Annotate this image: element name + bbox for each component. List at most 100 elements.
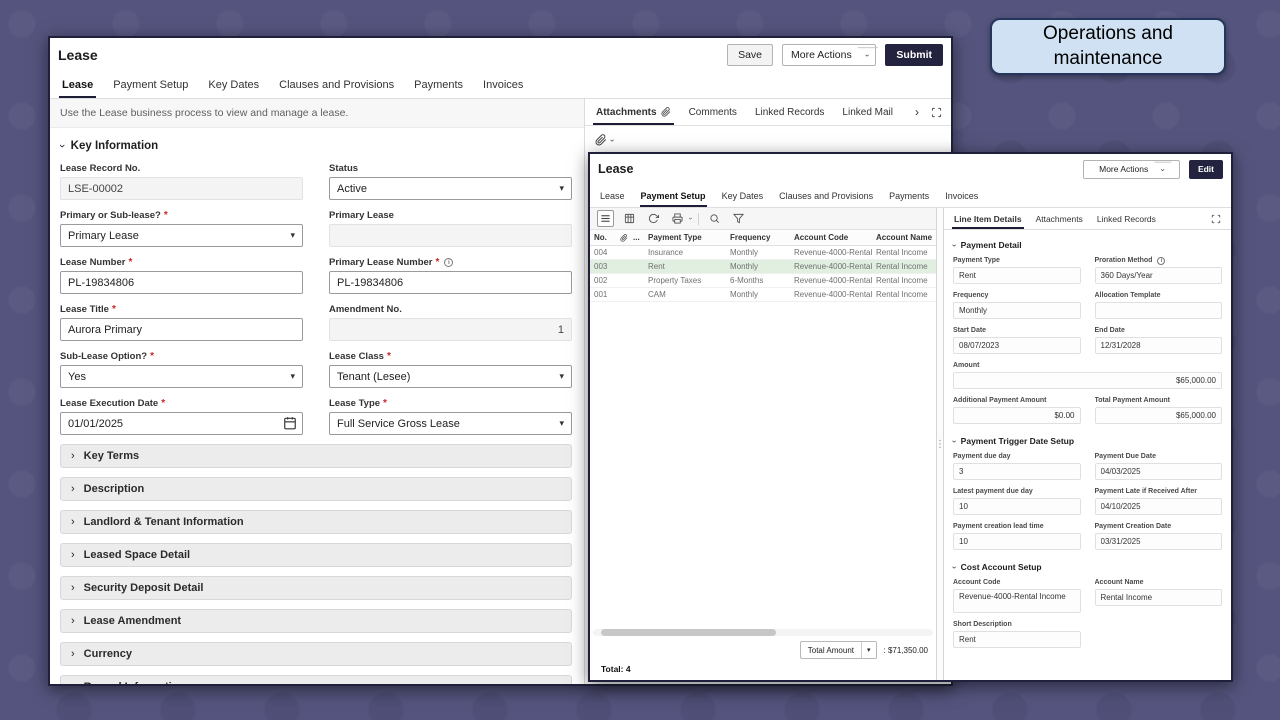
lease-type-select[interactable]: Full Service Gross Lease ▾ xyxy=(329,412,572,435)
scrollbar-thumb[interactable] xyxy=(601,629,776,636)
tab-clauses-and-provisions[interactable]: Clauses and Provisions xyxy=(269,72,404,98)
more-actions-button[interactable]: More Actions › xyxy=(1083,160,1180,179)
tab-payment-setup[interactable]: Payment Setup xyxy=(103,72,198,98)
detail-tab-linked-records[interactable]: Linked Records xyxy=(1090,208,1163,229)
section-description[interactable]: › Description xyxy=(60,477,572,501)
expand-icon[interactable] xyxy=(924,99,949,125)
table-row-selected[interactable]: 003 Rent Monthly Revenue-4000-Rental I..… xyxy=(590,260,936,274)
print-icon[interactable] xyxy=(669,210,686,227)
lease-form-pane: Use the Lease business process to view a… xyxy=(50,99,585,684)
expand-icon[interactable] xyxy=(1204,208,1228,229)
payment-due-day-input[interactable] xyxy=(953,463,1081,480)
end-date-input[interactable] xyxy=(1095,337,1223,354)
side-tab-linked-mail[interactable]: Linked Mail xyxy=(833,99,902,125)
summary-metric-select[interactable]: Total Amount ▾ xyxy=(800,641,877,659)
col-row-menu[interactable]: ... xyxy=(629,230,644,246)
tab-key-dates[interactable]: Key Dates xyxy=(198,72,269,98)
save-button[interactable]: Save xyxy=(727,44,773,66)
status-select[interactable]: Active ▾ xyxy=(329,177,572,200)
more-actions-button[interactable]: More Actions › xyxy=(782,44,876,66)
side-tab-linked-records[interactable]: Linked Records xyxy=(746,99,833,125)
primary-lease-number-input[interactable] xyxy=(329,271,572,294)
col-account-name[interactable]: Account Name xyxy=(872,230,936,246)
side-tab-audit[interactable]: Audit xyxy=(902,99,910,125)
tab-payments[interactable]: Payments xyxy=(404,72,473,98)
label-text: Proration Method xyxy=(1095,257,1153,264)
side-tab-comments[interactable]: Comments xyxy=(680,99,746,125)
section-lease-amendment[interactable]: › Lease Amendment xyxy=(60,609,572,633)
table-row[interactable]: 001 CAM Monthly Revenue-4000-Rental I...… xyxy=(590,288,936,302)
chevron-down-icon[interactable]: › xyxy=(1155,161,1172,177)
col-account-code[interactable]: Account Code xyxy=(790,230,872,246)
submit-button[interactable]: Submit xyxy=(885,44,943,66)
section-key-terms[interactable]: › Key Terms xyxy=(60,444,572,468)
total-payment-amount-input[interactable] xyxy=(1095,407,1223,424)
detail-tab-line-item-details[interactable]: Line Item Details xyxy=(947,208,1029,229)
payment-due-date-input[interactable] xyxy=(1095,463,1223,480)
payment-late-after-input[interactable] xyxy=(1095,498,1223,515)
start-date-input[interactable] xyxy=(953,337,1081,354)
field-total-payment-amount: Total Payment Amount xyxy=(1095,396,1223,424)
payment-type-input[interactable] xyxy=(953,267,1081,284)
section-landlord-tenant[interactable]: › Landlord & Tenant Information xyxy=(60,510,572,534)
account-code-value[interactable]: Revenue-4000-Rental Income xyxy=(953,589,1081,613)
calendar-icon[interactable] xyxy=(283,416,297,430)
section-leased-space-detail[interactable]: › Leased Space Detail xyxy=(60,543,572,567)
filter-icon[interactable] xyxy=(730,210,747,227)
key-information-section-header[interactable]: › Key Information xyxy=(60,140,572,152)
lease-class-select[interactable]: Tenant (Lesee) ▾ xyxy=(329,365,572,388)
tab-lease[interactable]: Lease xyxy=(592,184,633,207)
tab-payments[interactable]: Payments xyxy=(881,184,937,207)
latest-payment-due-day-input[interactable] xyxy=(953,498,1081,515)
tabs-overflow-chevron-icon[interactable]: › xyxy=(910,99,924,125)
frequency-input[interactable] xyxy=(953,302,1081,319)
chevron-down-icon[interactable]: › xyxy=(687,217,694,219)
selected-value: Active xyxy=(337,183,367,195)
detail-scroll-area: › Payment Detail Payment Type Proration … xyxy=(944,230,1231,680)
tab-clauses-and-provisions[interactable]: Clauses and Provisions xyxy=(771,184,881,207)
col-payment-type[interactable]: Payment Type xyxy=(644,230,726,246)
allocation-template-input[interactable] xyxy=(1095,302,1223,319)
tab-payment-setup[interactable]: Payment Setup xyxy=(633,184,714,207)
detail-tab-attachments[interactable]: Attachments xyxy=(1029,208,1090,229)
short-description-input[interactable] xyxy=(953,631,1081,648)
chevron-down-icon[interactable]: › xyxy=(858,47,878,63)
payment-creation-date-input[interactable] xyxy=(1095,533,1223,550)
info-icon[interactable]: i xyxy=(444,258,453,267)
tab-lease[interactable]: Lease xyxy=(52,72,103,98)
section-record-information[interactable]: › Record Information xyxy=(60,675,572,684)
edit-button[interactable]: Edit xyxy=(1189,160,1223,179)
payment-detail-section-header[interactable]: › Payment Detail xyxy=(953,240,1222,250)
table-view-icon[interactable] xyxy=(621,210,638,227)
payment-creation-lead-time-input[interactable] xyxy=(953,533,1081,550)
lease-number-input[interactable] xyxy=(60,271,303,294)
tab-invoices[interactable]: Invoices xyxy=(473,72,533,98)
info-icon[interactable]: i xyxy=(1157,257,1165,265)
col-frequency[interactable]: Frequency xyxy=(726,230,790,246)
amount-input[interactable] xyxy=(953,372,1222,389)
attach-file-button[interactable]: › xyxy=(595,134,614,146)
section-currency[interactable]: › Currency xyxy=(60,642,572,666)
side-tab-attachments[interactable]: Attachments xyxy=(587,99,680,125)
search-icon[interactable] xyxy=(706,210,723,227)
table-row[interactable]: 002 Property Taxes 6-Months Revenue-4000… xyxy=(590,274,936,288)
tab-invoices[interactable]: Invoices xyxy=(937,184,986,207)
primary-or-sublease-select[interactable]: Primary Lease ▾ xyxy=(60,224,303,247)
col-no[interactable]: No. xyxy=(590,230,616,246)
col-attachment[interactable] xyxy=(616,230,629,246)
payment-trigger-section-header[interactable]: › Payment Trigger Date Setup xyxy=(953,436,1222,446)
sub-lease-option-select[interactable]: Yes ▾ xyxy=(60,365,303,388)
lease-execution-date-input[interactable] xyxy=(60,412,303,435)
refresh-icon[interactable] xyxy=(645,210,662,227)
list-view-icon[interactable] xyxy=(597,210,614,227)
pane-resize-handle[interactable]: ⋮ xyxy=(936,208,943,680)
account-name-input[interactable] xyxy=(1095,589,1223,606)
lease-title-input[interactable] xyxy=(60,318,303,341)
horizontal-scrollbar[interactable] xyxy=(593,629,933,636)
cost-account-section-header[interactable]: › Cost Account Setup xyxy=(953,562,1222,572)
proration-method-input[interactable] xyxy=(1095,267,1223,284)
section-security-deposit-detail[interactable]: › Security Deposit Detail xyxy=(60,576,572,600)
table-row[interactable]: 004 Insurance Monthly Revenue-4000-Renta… xyxy=(590,246,936,260)
additional-payment-amount-input[interactable] xyxy=(953,407,1081,424)
tab-key-dates[interactable]: Key Dates xyxy=(714,184,772,207)
